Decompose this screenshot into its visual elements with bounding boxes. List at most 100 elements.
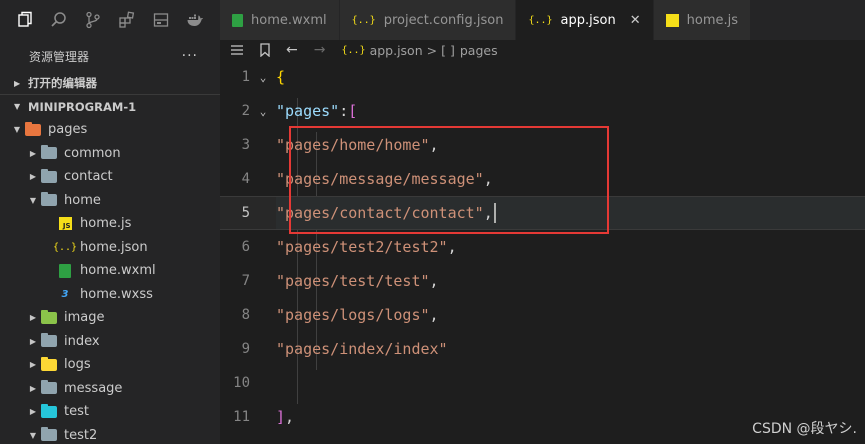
tab-home-js[interactable]: home.js bbox=[653, 0, 751, 40]
tree-item[interactable]: ▶ message bbox=[0, 377, 220, 401]
code-line[interactable]: 10 bbox=[220, 366, 865, 400]
tab-home-wxml[interactable]: home.wxml bbox=[220, 0, 340, 40]
close-icon[interactable]: ✕ bbox=[630, 13, 641, 28]
tree-item[interactable]: ▼ test2 bbox=[0, 424, 220, 444]
extensions-icon[interactable] bbox=[110, 0, 144, 40]
tab-label: app.json bbox=[560, 12, 616, 28]
breadcrumb-node[interactable]: pages bbox=[460, 43, 498, 58]
line-code: "pages": [ bbox=[276, 94, 865, 128]
folder-shape bbox=[25, 121, 41, 136]
code-line[interactable]: 1 ⌄{ bbox=[220, 60, 865, 94]
forward-arrow-icon[interactable]: → bbox=[314, 42, 326, 58]
js-badge: JS bbox=[58, 217, 72, 231]
line-number: 11 bbox=[233, 409, 250, 425]
json-string: "pages/test2/test2" bbox=[276, 238, 448, 256]
code-line[interactable]: 2 ⌄ "pages": [ bbox=[220, 94, 865, 128]
breadcrumb: ← → {..} app.json > [ ] pages bbox=[220, 40, 865, 60]
bracket: ] bbox=[276, 408, 286, 426]
json-file-icon: {..} bbox=[351, 14, 376, 26]
tab-label: home.js bbox=[686, 12, 738, 28]
tree-item[interactable]: ▶ image bbox=[0, 306, 220, 330]
tree-item-label: test2 bbox=[64, 427, 98, 443]
chevron-right-icon: ▶ bbox=[14, 78, 21, 88]
json-file-icon: {..} bbox=[52, 241, 78, 253]
tree-item-label: index bbox=[64, 333, 100, 349]
search-icon[interactable] bbox=[42, 0, 76, 40]
tree-item-label: test bbox=[64, 404, 89, 420]
tree-item[interactable]: home.wxml bbox=[0, 259, 220, 283]
folder-shape bbox=[41, 333, 57, 348]
json-key: "pages" bbox=[276, 102, 340, 120]
tree-item[interactable]: ▶ contact bbox=[0, 165, 220, 189]
tree-item-label: message bbox=[64, 380, 123, 396]
chevron-right-icon: ▶ bbox=[29, 360, 37, 370]
chevron-right-icon: ▶ bbox=[29, 313, 37, 323]
js-file-icon bbox=[665, 13, 679, 27]
back-arrow-icon[interactable]: ← bbox=[286, 42, 298, 58]
tree-item[interactable]: ▼ home bbox=[0, 189, 220, 213]
tree-item[interactable]: ▶ logs bbox=[0, 353, 220, 377]
tree-item[interactable]: ▼ pages bbox=[0, 118, 220, 142]
folder-icon bbox=[40, 380, 58, 395]
explorer-header: 资源管理器 ··· bbox=[0, 40, 220, 72]
chevron-right-icon: ▶ bbox=[29, 172, 37, 182]
editor-tabs: home.wxml {..} project.config.json {..} app.… bbox=[220, 0, 865, 40]
highlight-annotation-box bbox=[289, 126, 609, 234]
folder-shape bbox=[41, 309, 57, 324]
fold-chevron-icon[interactable]: ⌄ bbox=[250, 105, 276, 118]
chevron-right-icon: ▶ bbox=[29, 336, 37, 346]
folder-shape bbox=[41, 145, 57, 160]
chevron-down-icon: ▼ bbox=[13, 125, 21, 135]
line-code: "pages/test/test", bbox=[276, 264, 865, 298]
file-tree: ▼ pages ▶ common ▶ contact ▼ home JS home.js {..} h… bbox=[0, 118, 220, 444]
code-editor[interactable]: 1 ⌄{2 ⌄ "pages": [3 "pages/home/home", 4 "p… bbox=[220, 60, 865, 444]
fold-chevron-icon[interactable]: ⌄ bbox=[250, 71, 276, 84]
explorer-title: 资源管理器 bbox=[29, 49, 90, 64]
folder-icon bbox=[24, 121, 42, 137]
tree-item[interactable]: {..} home.json bbox=[0, 236, 220, 260]
open-editors-section[interactable]: ▶ 打开的编辑器 bbox=[0, 72, 220, 95]
wxml-file-icon bbox=[232, 13, 243, 27]
line-code: "pages/index/index" bbox=[276, 332, 865, 366]
line-number: 8 bbox=[241, 307, 250, 323]
tree-item[interactable]: JS home.js bbox=[0, 212, 220, 236]
wxml-file-icon bbox=[56, 263, 74, 278]
code-line[interactable]: 6 "pages/test2/test2", bbox=[220, 230, 865, 264]
tree-item[interactable]: 3 home.wxss bbox=[0, 283, 220, 307]
tree-item[interactable]: ▶ common bbox=[0, 142, 220, 166]
line-number: 1 bbox=[241, 69, 250, 85]
folder-icon bbox=[40, 168, 58, 184]
code-line[interactable]: 8 "pages/logs/logs", bbox=[220, 298, 865, 332]
array-icon: [ ] bbox=[441, 42, 455, 58]
more-actions-icon[interactable]: ··· bbox=[182, 48, 198, 64]
chevron-right-icon: ▶ bbox=[29, 407, 37, 417]
tab-app-json[interactable]: {..} app.json ✕ bbox=[516, 0, 654, 40]
source-control-icon[interactable] bbox=[76, 0, 110, 40]
line-number: 2 bbox=[241, 103, 250, 119]
code-line[interactable]: 7 "pages/test/test", bbox=[220, 264, 865, 298]
line-number: 5 bbox=[241, 205, 250, 221]
list-icon[interactable] bbox=[230, 43, 244, 57]
project-section[interactable]: ▼ MINIPROGRAM-1 bbox=[0, 95, 220, 118]
css-file-icon: 3 bbox=[61, 288, 69, 300]
line-number: 6 bbox=[241, 239, 250, 255]
folder-icon bbox=[40, 192, 58, 207]
wxml-badge bbox=[232, 13, 243, 27]
folder-icon bbox=[40, 145, 58, 160]
wxml-badge bbox=[59, 263, 71, 278]
explorer-icon[interactable] bbox=[8, 0, 42, 40]
breadcrumb-file[interactable]: app.json bbox=[370, 43, 423, 58]
json-file-icon: {..} bbox=[528, 14, 553, 26]
tab-project-config-json[interactable]: {..} project.config.json bbox=[339, 0, 517, 40]
tab-label: project.config.json bbox=[383, 12, 504, 28]
bookmark-icon[interactable] bbox=[258, 43, 272, 57]
storage-icon[interactable] bbox=[144, 0, 178, 40]
tree-item-label: home.wxss bbox=[80, 286, 153, 302]
code-line[interactable]: 9 "pages/index/index" bbox=[220, 332, 865, 366]
line-code: "pages/logs/logs", bbox=[276, 298, 865, 332]
tree-item[interactable]: ▶ test bbox=[0, 400, 220, 424]
folder-icon bbox=[40, 309, 58, 325]
docker-icon[interactable] bbox=[178, 0, 212, 40]
tree-item[interactable]: ▶ index bbox=[0, 330, 220, 354]
